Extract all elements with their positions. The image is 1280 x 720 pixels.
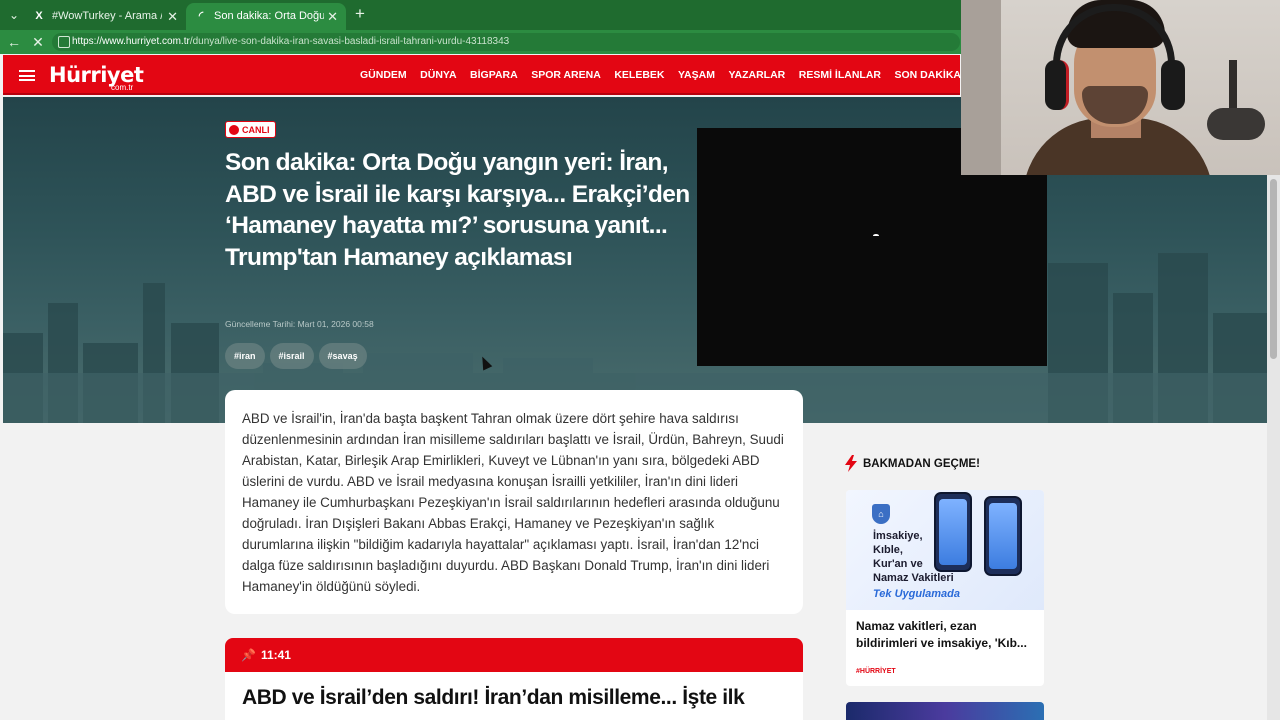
sidebar-title: BAKMADAN GEÇME! [863,457,980,470]
site-info-icon[interactable] [58,36,70,48]
tag-savas[interactable]: #savaş [318,343,367,369]
nav-kelebek[interactable]: KELEBEK [614,55,664,95]
nav-resmi-ilanlar[interactable]: RESMİ İLANLAR [799,55,881,95]
nav-yazarlar[interactable]: YAZARLAR [728,55,785,95]
close-tab-icon[interactable]: ✕ [327,3,338,30]
article-summary-card: ABD ve İsrail'in, İran'da başta başkent … [225,390,803,614]
sidebar-header: BAKMADAN GEÇME! [845,455,980,472]
nav-dunya[interactable]: DÜNYA [420,55,456,95]
nav-yasam[interactable]: YAŞAM [678,55,715,95]
sidebar-news-card[interactable]: ⌂ İmsakiye, Kıble, Kur'an ve Namaz Vakit… [846,490,1044,686]
lightning-bolt-icon [845,455,857,472]
url-field[interactable]: https://www.hurriyet.com.tr/dunya/live-s… [52,33,960,51]
nav-spor-arena[interactable]: SPOR ARENA [531,55,601,95]
tab-hurriyet[interactable]: ◜ Son dakika: Orta Doğu yangın yeri: İra… [186,3,346,30]
webcam-overlay [961,0,1280,175]
main-navigation: GÜNDEM DÜNYA BİGPARA SPOR ARENA KELEBEK … [360,55,975,95]
promo-line: İmsakiye, [873,530,923,542]
back-arrow-icon[interactable]: ← [4,32,24,52]
logo-domain: com.tr [111,83,134,92]
tab-title: Son dakika: Orta Doğu yangın yeri: İran [214,10,324,22]
sidebar-card-headline: Namaz vakitleri, ezan bildirimleri ve im… [856,619,1027,650]
live-entry-header: 📌 11:41 [225,638,803,672]
url-host: https://www.hurriyet.com.tr [72,36,190,47]
article-summary: ABD ve İsrail'in, İran'da başta başkent … [242,411,784,594]
x-logo-icon: X [35,10,43,22]
app-shield-icon: ⌂ [872,504,890,524]
live-entry: 📌 11:41 ABD ve İsrail’den saldırı! İran’… [225,638,803,720]
nav-gundem[interactable]: GÜNDEM [360,55,407,95]
live-dot-icon [229,124,239,135]
article-tags: #iran #israil #savaş [225,343,372,369]
tab-title: #WowTurkey - Arama / X [52,10,162,22]
close-tab-icon[interactable]: ✕ [167,3,178,30]
app-promo-image: ⌂ İmsakiye, Kıble, Kur'an ve Namaz Vakit… [846,490,1044,610]
loading-spinner-icon [873,234,879,237]
page-scrollbar[interactable] [1267,175,1280,720]
tag-israil[interactable]: #israil [269,343,314,369]
live-entry-title: ABD ve İsrail’den saldırı! İran’dan misi… [242,686,745,709]
live-badge-label: CANLI [242,124,270,135]
nav-son-dakika[interactable]: SON DAKİKA [895,55,962,95]
hamburger-menu-icon[interactable] [19,70,35,81]
pin-icon: 📌 [241,648,256,662]
new-tab-plus-icon[interactable]: + [350,4,370,24]
microphone [1207,108,1265,140]
scrollbar-thumb[interactable] [1270,179,1277,359]
site-header: Hürriyet com.tr GÜNDEM DÜNYA BİGPARA SPO… [3,55,961,95]
live-badge: CANLI [225,121,276,138]
promo-accent: Tek Uygulamada [873,588,961,600]
promo-line: Kıble, [873,544,903,556]
tab-search-chevron-icon[interactable]: ⌄ [4,6,24,24]
url-text: https://www.hurriyet.com.tr/dunya/live-s… [72,33,509,51]
promo-line: Kur'an ve [873,558,923,570]
live-entry-time: 11:41 [260,648,291,662]
promo-line: Namaz Vakitleri [873,572,954,584]
nav-bigpara[interactable]: BİGPARA [470,55,518,95]
sidebar-news-card-next[interactable] [846,702,1044,720]
phone-mockup [934,492,972,572]
phone-mockup [984,496,1022,576]
stop-loading-icon[interactable]: ✕ [28,32,48,52]
loading-icon: ◜ [198,10,204,22]
sidebar-card-source: #HÜRRİYET [856,668,896,675]
update-date: Güncelleme Tarihi: Mart 01, 2026 00:58 [225,319,374,329]
article-title: Son dakika: Orta Doğu yangın yeri: İran,… [225,149,690,271]
tab-wowturkey[interactable]: X #WowTurkey - Arama / X ✕ [24,3,186,30]
url-path: /dunya/live-son-dakika-iran-savasi-basla… [189,36,510,47]
tag-iran[interactable]: #iran [225,343,265,369]
